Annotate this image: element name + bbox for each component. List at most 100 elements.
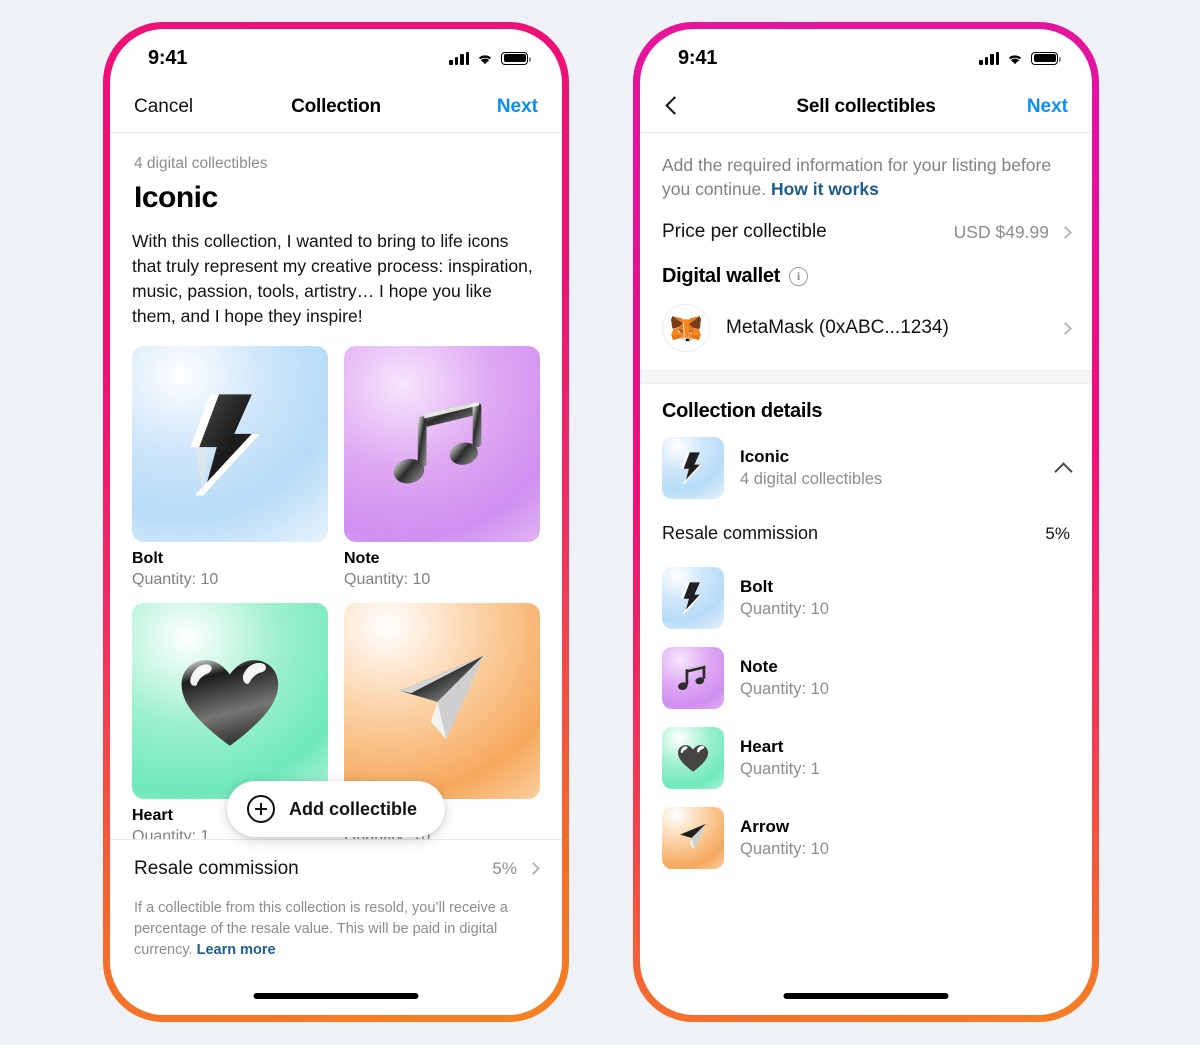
battery-icon bbox=[501, 51, 531, 65]
wallet-name: MetaMask (0xABC...1234) bbox=[726, 317, 949, 339]
phone-mockup-collection: 9:41 Cancel Collection Next 4 digital co… bbox=[103, 22, 569, 1022]
price-value-group: USD $49.99 bbox=[953, 221, 1072, 243]
info-icon[interactable]: i bbox=[789, 267, 809, 287]
item-quantity: Quantity: 10 bbox=[740, 600, 829, 619]
wifi-icon bbox=[478, 54, 492, 64]
learn-more-link[interactable]: Learn more bbox=[197, 942, 276, 958]
home-indicator-left bbox=[253, 993, 419, 999]
resale-commission-label: Resale commission bbox=[662, 523, 819, 544]
status-bar-clock: 9:41 bbox=[678, 46, 718, 69]
section-separator bbox=[640, 370, 1092, 385]
list-item[interactable]: Arrow Quantity: 10 bbox=[640, 798, 1092, 878]
list-item-text: Bolt Quantity: 10 bbox=[740, 577, 829, 619]
status-bar-right: 9:41 bbox=[640, 29, 1092, 81]
cellular-signal-icon bbox=[979, 51, 999, 65]
collection-row-iconic[interactable]: Iconic 4 digital collectibles bbox=[640, 423, 1092, 511]
item-name: Bolt bbox=[740, 577, 774, 597]
bolt-icon bbox=[680, 452, 703, 484]
collection-subtitle: 4 digital collectibles bbox=[740, 470, 883, 489]
scroll-area-right[interactable]: Add the required information for your li… bbox=[640, 133, 1092, 1015]
status-bar-clock: 9:41 bbox=[148, 46, 188, 69]
note-icon bbox=[393, 400, 482, 483]
arrow-icon bbox=[680, 823, 706, 850]
price-label: Price per collectible bbox=[662, 221, 827, 243]
scroll-area-left[interactable]: 4 digital collectibles Iconic With this … bbox=[110, 133, 562, 1015]
collectible-grid: Bolt Quantity: 10 Note Quantity: 10 Hear… bbox=[110, 328, 562, 846]
item-name: Heart bbox=[740, 737, 784, 757]
resale-fineprint-text: If a collectible from this collection is… bbox=[134, 899, 508, 958]
resale-commission-label: Resale commission bbox=[134, 857, 299, 879]
plus-circle-icon bbox=[246, 795, 275, 823]
add-collectible-label: Add collectible bbox=[288, 798, 418, 819]
heart-thumbnail bbox=[662, 727, 724, 790]
cellular-signal-icon bbox=[449, 51, 469, 65]
resale-commission-row-right: Resale commission 5% bbox=[640, 511, 1092, 558]
collection-name: Iconic bbox=[740, 447, 790, 467]
list-item[interactable]: Bolt Quantity: 10 bbox=[640, 558, 1092, 638]
resale-fineprint: If a collectible from this collection is… bbox=[110, 896, 562, 961]
resale-commission-value-group: 5% bbox=[492, 859, 540, 879]
collection-title: Iconic bbox=[134, 181, 218, 214]
heart-icon bbox=[181, 659, 279, 746]
list-item[interactable]: Note Quantity: 10 bbox=[640, 638, 1092, 718]
status-bar-left: 9:41 bbox=[110, 29, 562, 81]
collection-details-heading: Collection details bbox=[662, 400, 823, 423]
phone-mockup-sell: 9:41 Sell collectibles Next Add the requ… bbox=[633, 22, 1099, 1022]
chevron-up-icon[interactable] bbox=[1054, 462, 1073, 481]
list-item[interactable]: Heart Quantity: 1 bbox=[640, 718, 1092, 798]
home-indicator-right bbox=[783, 993, 949, 999]
bolt-icon bbox=[190, 393, 261, 495]
item-name: Note bbox=[740, 657, 778, 677]
left-footer: Resale commission 5% If a collectible fr… bbox=[110, 838, 562, 1015]
next-button-left[interactable]: Next bbox=[497, 96, 538, 118]
chevron-right-icon bbox=[527, 862, 540, 876]
list-item-text: Note Quantity: 10 bbox=[740, 657, 829, 699]
collection-row-text: Iconic 4 digital collectibles bbox=[740, 447, 1041, 489]
bolt-thumbnail[interactable] bbox=[132, 346, 328, 543]
heart-icon bbox=[677, 745, 709, 772]
wifi-icon bbox=[1008, 54, 1022, 64]
phone-screen-right: 9:41 Sell collectibles Next Add the requ… bbox=[640, 29, 1092, 1015]
how-it-works-link[interactable]: How it works bbox=[771, 179, 879, 199]
avatar bbox=[662, 304, 710, 353]
collectible-tile-note[interactable]: Note Quantity: 10 bbox=[344, 346, 540, 589]
note-icon bbox=[678, 664, 706, 691]
arrow-thumbnail[interactable] bbox=[344, 603, 540, 800]
collection-description: With this collection, I wanted to bring … bbox=[132, 231, 533, 326]
arrow-icon bbox=[400, 655, 484, 739]
item-quantity: Quantity: 10 bbox=[740, 840, 829, 859]
price-value: USD $49.99 bbox=[953, 221, 1049, 242]
iconic-thumbnail bbox=[662, 437, 724, 500]
item-quantity: Quantity: 10 bbox=[740, 680, 829, 699]
item-quantity: Quantity: 1 bbox=[740, 760, 820, 779]
battery-icon bbox=[1031, 51, 1061, 65]
screenshot-stage: 9:41 Cancel Collection Next 4 digital co… bbox=[0, 0, 1200, 1045]
note-thumbnail bbox=[662, 647, 724, 710]
digital-wallet-heading: Digital wallet bbox=[662, 265, 781, 288]
note-thumbnail[interactable] bbox=[344, 346, 540, 543]
collectible-count-label: 4 digital collectibles bbox=[134, 155, 268, 172]
chevron-left-icon bbox=[665, 95, 684, 115]
metamask-fox-icon bbox=[670, 316, 702, 342]
digital-wallet-heading-row: Digital wallet i bbox=[640, 257, 1092, 288]
collectible-tile-bolt[interactable]: Bolt Quantity: 10 bbox=[132, 346, 328, 589]
resale-commission-value: 5% bbox=[1045, 523, 1070, 543]
tile-name: Bolt bbox=[132, 550, 164, 568]
resale-commission-row[interactable]: Resale commission 5% bbox=[110, 840, 562, 896]
list-item-text: Heart Quantity: 1 bbox=[740, 737, 820, 779]
nav-bar-right: Sell collectibles Next bbox=[640, 81, 1092, 133]
add-collectible-button[interactable]: Add collectible bbox=[226, 781, 446, 837]
arrow-thumbnail bbox=[662, 807, 724, 870]
chevron-right-icon bbox=[1059, 225, 1072, 239]
price-per-collectible-row[interactable]: Price per collectible USD $49.99 bbox=[640, 201, 1092, 257]
cancel-button[interactable]: Cancel bbox=[134, 96, 193, 118]
back-button[interactable] bbox=[664, 95, 684, 118]
phone-screen-left: 9:41 Cancel Collection Next 4 digital co… bbox=[110, 29, 562, 1015]
nav-bar-left: Cancel Collection Next bbox=[110, 81, 562, 133]
next-button-right[interactable]: Next bbox=[1027, 96, 1068, 118]
tile-quantity: Quantity: 10 bbox=[132, 571, 219, 589]
wallet-row-metamask[interactable]: MetaMask (0xABC...1234) bbox=[640, 288, 1092, 370]
bolt-thumbnail bbox=[662, 567, 724, 630]
heart-thumbnail[interactable] bbox=[132, 603, 328, 800]
item-name: Arrow bbox=[740, 817, 790, 837]
